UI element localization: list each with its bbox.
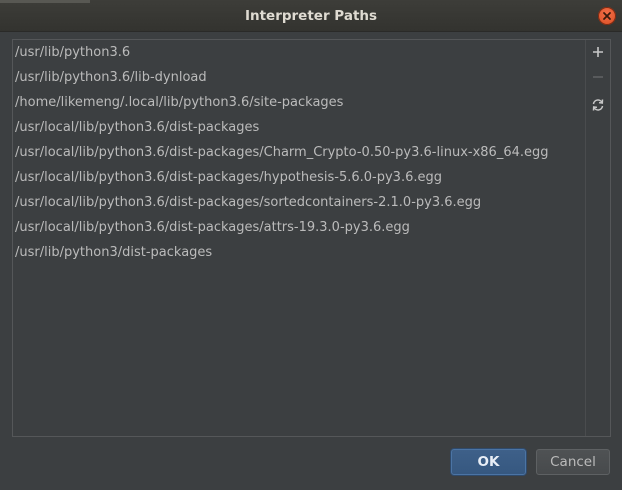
reload-paths-button[interactable] [589, 96, 607, 114]
minus-icon [593, 76, 603, 78]
path-list-item[interactable]: /usr/local/lib/python3.6/dist-packages/a… [13, 215, 585, 240]
refresh-icon [592, 99, 604, 111]
close-button[interactable] [598, 7, 616, 25]
window-title: Interpreter Paths [244, 8, 378, 24]
paths-list[interactable]: /usr/lib/python3.6/usr/lib/python3.6/lib… [13, 40, 586, 436]
plus-icon [593, 47, 603, 57]
close-icon [603, 12, 611, 20]
ok-button[interactable]: OK [451, 449, 526, 475]
title-bar: Interpreter Paths [0, 0, 622, 32]
list-toolbar [585, 40, 610, 436]
paths-panel: /usr/lib/python3.6/usr/lib/python3.6/lib… [12, 39, 611, 437]
dialog-body: /usr/lib/python3.6/usr/lib/python3.6/lib… [0, 32, 622, 490]
path-list-item[interactable]: /usr/local/lib/python3.6/dist-packages/s… [13, 190, 585, 215]
path-list-item[interactable]: /usr/lib/python3.6/lib-dynload [13, 65, 585, 90]
path-list-item[interactable]: /usr/lib/python3/dist-packages [13, 240, 585, 265]
path-list-item[interactable]: /usr/lib/python3.6 [13, 40, 585, 65]
dialog-footer: OK Cancel [0, 437, 622, 490]
path-list-item[interactable]: /home/likemeng/.local/lib/python3.6/site… [13, 90, 585, 115]
path-list-item[interactable]: /usr/local/lib/python3.6/dist-packages [13, 115, 585, 140]
path-list-item[interactable]: /usr/local/lib/python3.6/dist-packages/C… [13, 140, 585, 165]
path-list-item[interactable]: /usr/local/lib/python3.6/dist-packages/h… [13, 165, 585, 190]
cancel-button[interactable]: Cancel [536, 449, 610, 475]
remove-path-button[interactable] [589, 68, 607, 86]
add-path-button[interactable] [589, 43, 607, 61]
